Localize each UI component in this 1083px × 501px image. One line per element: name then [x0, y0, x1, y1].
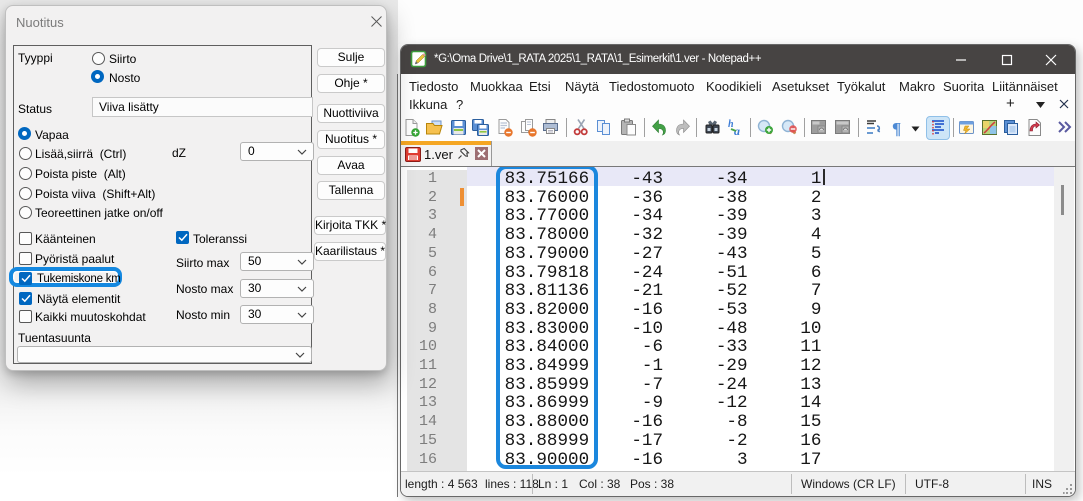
svg-text:¶: ¶	[892, 119, 901, 137]
